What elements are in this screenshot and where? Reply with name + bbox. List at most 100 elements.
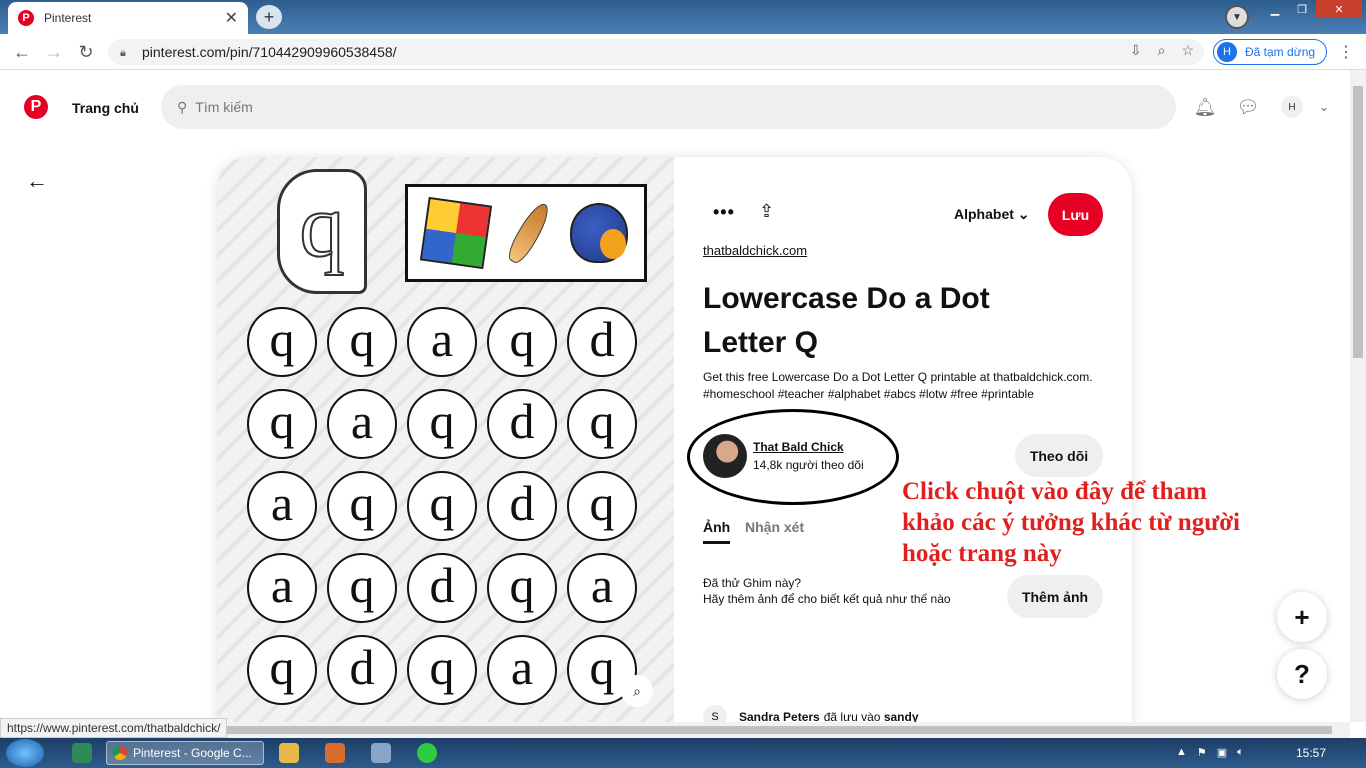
bookmark-star-icon[interactable]: ☆ bbox=[1181, 42, 1194, 59]
new-tab-button[interactable]: + bbox=[256, 5, 282, 29]
close-window-icon[interactable]: ✕ bbox=[1316, 0, 1362, 18]
letter-circle-grid: qqaqdqaqdqaqqdqaqdqaqdqaq bbox=[247, 307, 637, 705]
taskbar-clock[interactable]: 15:57 bbox=[1296, 746, 1326, 760]
back-icon[interactable]: ← bbox=[12, 42, 32, 62]
notifications-bell-icon[interactable]: 🔔︎ bbox=[1194, 96, 1217, 118]
file-explorer-icon[interactable] bbox=[279, 743, 299, 763]
taskbar-chrome-item[interactable]: Pinterest - Google C... bbox=[106, 741, 264, 765]
restore-window-icon[interactable]: ❐ bbox=[1289, 0, 1315, 18]
user-avatar[interactable]: H bbox=[1281, 96, 1303, 118]
follow-button[interactable]: Theo dõi bbox=[1015, 434, 1103, 477]
letter-circle: q bbox=[567, 471, 637, 541]
save-button[interactable]: Lưu bbox=[1048, 193, 1103, 236]
windows-taskbar: Pinterest - Google C... ▲ ⚑ ▣ 🔈︎ 15:57 bbox=[0, 738, 1366, 768]
close-tab-icon[interactable]: ✕ bbox=[225, 8, 238, 28]
volume-muted-icon[interactable]: 🔈︎ bbox=[1237, 746, 1244, 759]
taskbar-item-label: Pinterest - Google C... bbox=[133, 746, 252, 760]
account-chevron-down-icon[interactable]: ⌄ bbox=[1313, 96, 1335, 118]
messages-icon[interactable]: 💬︎ bbox=[1237, 96, 1260, 118]
chrome-profile-icon[interactable]: ▼ bbox=[1225, 5, 1249, 29]
profile-avatar: H bbox=[1217, 42, 1237, 62]
letter-circle: q bbox=[407, 635, 477, 705]
letter-circle: q bbox=[567, 389, 637, 459]
tried-hint: Hãy thêm ảnh để cho biết kết quả như thế… bbox=[703, 592, 951, 606]
home-link[interactable]: Trang chủ bbox=[72, 100, 139, 116]
letter-circle: q bbox=[247, 389, 317, 459]
big-letter-q: q bbox=[277, 169, 367, 294]
visual-search-icon[interactable]: ⌕ bbox=[621, 675, 653, 707]
pinterest-logo-icon[interactable]: P bbox=[24, 95, 48, 119]
tried-prompt: Đã thử Ghim này? Hãy thêm ảnh để cho biế… bbox=[703, 575, 951, 607]
pin-image[interactable]: q qqaqdqaqdqaqqdqaqdqaqdqaq ⌕ bbox=[217, 157, 674, 757]
chevron-down-icon: ⌄ bbox=[1017, 206, 1030, 222]
letter-circle: q bbox=[327, 471, 397, 541]
tried-question: Đã thử Ghim này? bbox=[703, 576, 802, 590]
lock-icon: 🔒︎ bbox=[120, 47, 126, 59]
taskbar-app-icon[interactable] bbox=[72, 743, 92, 763]
more-options-icon[interactable]: ••• bbox=[713, 202, 735, 223]
letter-circle: a bbox=[247, 471, 317, 541]
letter-circle: q bbox=[407, 389, 477, 459]
search-icon: ⚲ bbox=[177, 98, 188, 115]
chat-app-icon[interactable] bbox=[417, 743, 437, 763]
letter-circle: q bbox=[407, 471, 477, 541]
source-link[interactable]: thatbaldchick.com bbox=[703, 243, 807, 258]
url-text: pinterest.com/pin/710442909960538458/ bbox=[142, 44, 397, 60]
pinterest-favicon-icon: P bbox=[18, 10, 34, 26]
action-center-icon[interactable]: ⚑ bbox=[1197, 746, 1207, 759]
letter-circle: a bbox=[407, 307, 477, 377]
add-pin-button[interactable]: + bbox=[1277, 592, 1327, 642]
taskbar-app-icon-2[interactable] bbox=[325, 743, 345, 763]
pin-card: q qqaqdqaqdqaqqdqaqdqaqdqaq ⌕ ••• ⇪ Alph… bbox=[217, 157, 1132, 757]
letter-circle: a bbox=[567, 553, 637, 623]
browser-tab-bar: P Pinterest ✕ + ▼ ▁ ❐ ✕ bbox=[0, 0, 1366, 34]
url-field[interactable]: 🔒︎ pinterest.com/pin/710442909960538458/… bbox=[108, 39, 1204, 65]
minimize-window-icon[interactable]: ▁ bbox=[1262, 0, 1288, 18]
network-icon[interactable]: ▣ bbox=[1217, 746, 1227, 759]
letter-circle: d bbox=[567, 307, 637, 377]
zoom-icon[interactable]: ⌕ bbox=[1158, 42, 1166, 59]
profile-paused-button[interactable]: H Đã tạm dừng bbox=[1213, 39, 1327, 65]
chrome-menu-icon[interactable]: ⋮ bbox=[1338, 42, 1354, 62]
board-selector[interactable]: Alphabet ⌄ bbox=[954, 206, 1030, 223]
tab-title: Pinterest bbox=[44, 11, 92, 25]
browser-tab[interactable]: P Pinterest ✕ bbox=[8, 2, 248, 34]
vertical-scroll-thumb[interactable] bbox=[1353, 86, 1363, 358]
letter-circle: d bbox=[487, 389, 557, 459]
letter-circle: q bbox=[247, 635, 317, 705]
board-name: Alphabet bbox=[954, 206, 1014, 222]
pin-info-panel: ••• ⇪ Alphabet ⌄ Lưu thatbaldchick.com L… bbox=[687, 157, 1103, 757]
letter-circle: q bbox=[247, 307, 317, 377]
reload-icon[interactable]: ↻ bbox=[76, 42, 96, 62]
tab-photos[interactable]: Ảnh bbox=[703, 519, 731, 544]
forward-icon[interactable]: → bbox=[44, 42, 64, 62]
chrome-icon bbox=[113, 746, 127, 760]
quail-image bbox=[570, 203, 629, 263]
letter-circle: q bbox=[487, 553, 557, 623]
profile-status: Đã tạm dừng bbox=[1245, 45, 1316, 59]
letter-circle: q bbox=[487, 307, 557, 377]
letter-circle: a bbox=[327, 389, 397, 459]
search-input[interactable]: ⚲ Tìm kiếm bbox=[161, 85, 1176, 129]
help-button[interactable]: ? bbox=[1277, 649, 1327, 699]
add-photo-button[interactable]: Thêm ảnh bbox=[1007, 575, 1103, 618]
letter-circle: q bbox=[327, 553, 397, 623]
back-arrow-icon[interactable]: ← bbox=[26, 168, 48, 194]
install-icon[interactable]: ⇩ bbox=[1130, 42, 1142, 59]
pinterest-header: P Trang chủ ⚲ Tìm kiếm 🔔︎ 💬︎ H ⌄ bbox=[0, 70, 1350, 150]
letter-circle: d bbox=[407, 553, 477, 623]
letter-circle: d bbox=[327, 635, 397, 705]
taskbar-app-icon-3[interactable] bbox=[371, 743, 391, 763]
pin-description: Get this free Lowercase Do a Dot Letter … bbox=[703, 370, 1093, 401]
tab-comments[interactable]: Nhận xét bbox=[745, 519, 804, 535]
pin-title: Lowercase Do a Dot Letter Q bbox=[703, 282, 990, 359]
quill-image bbox=[503, 199, 555, 267]
letter-circle: q bbox=[327, 307, 397, 377]
letter-circle: a bbox=[247, 553, 317, 623]
start-button-icon[interactable] bbox=[6, 739, 44, 767]
picture-box bbox=[405, 184, 647, 282]
tray-expand-icon[interactable]: ▲ bbox=[1176, 746, 1187, 759]
quilt-image bbox=[419, 196, 492, 270]
vertical-scrollbar[interactable] bbox=[1350, 70, 1366, 722]
share-icon[interactable]: ⇪ bbox=[759, 201, 774, 222]
